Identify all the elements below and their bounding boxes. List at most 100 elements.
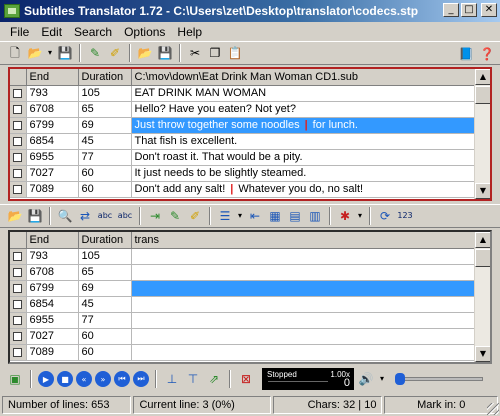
help-question-icon[interactable]: ❓ [478,45,496,63]
cell-translation[interactable] [131,328,477,345]
menu-file[interactable]: File [4,25,35,39]
copy-icon[interactable]: ❐ [206,44,224,62]
cell-end[interactable]: 6799 [26,280,79,297]
save-icon[interactable]: 💾 [26,207,44,225]
row-checkbox[interactable] [10,344,27,361]
table-row[interactable]: 6955 77 Don't roast it. That would be a … [10,149,477,166]
column-header-duration[interactable]: Duration [78,232,132,249]
cell-duration[interactable]: 65 [78,264,132,281]
mute-icon[interactable]: ⊠ [237,370,255,388]
scroll-down-arrow-icon[interactable]: ▼ [475,183,490,199]
maximize-button[interactable]: □ [461,3,477,17]
row-checkbox[interactable] [10,328,27,345]
pen-edit-icon[interactable]: ✎ [166,207,184,225]
list-view-icon[interactable]: ▥ [306,207,324,225]
fast-forward-icon[interactable]: » [95,371,111,387]
clear-dropdown-icon[interactable]: ▾ [356,207,364,225]
table-row[interactable]: 7027 60 It just needs to be slightly ste… [10,165,477,182]
marker-icon[interactable]: ✐ [106,44,124,62]
marker-icon[interactable]: ✐ [186,207,204,225]
cell-text[interactable]: It just needs to be slightly steamed. [131,165,477,182]
cell-end[interactable]: 7027 [26,165,79,182]
cell-duration[interactable]: 60 [78,181,132,198]
column-header-end[interactable]: End [26,232,79,249]
previous-icon[interactable]: ⏮ [114,371,130,387]
column-header-source-file[interactable]: C:\mov\down\Eat Drink Man Woman CD1.sub [131,69,477,86]
column-header-end[interactable]: End [26,69,79,86]
cell-end[interactable]: 6854 [26,296,79,313]
align-dropdown-icon[interactable]: ▾ [236,207,244,225]
next-icon[interactable]: ⏭ [133,371,149,387]
table-row[interactable]: 7089 60 [10,344,477,361]
cell-end[interactable]: 7027 [26,328,79,345]
go-to-line-icon[interactable]: ⇗ [205,370,223,388]
scroll-down-arrow-icon[interactable]: ▼ [475,346,490,362]
cell-end[interactable]: 793 [26,85,79,102]
grid-view-icon[interactable]: ▤ [286,207,304,225]
row-checkbox[interactable] [10,280,27,297]
row-checkbox[interactable] [10,133,27,150]
cell-translation[interactable] [131,248,477,265]
cell-translation[interactable] [131,264,477,281]
clear-format-icon[interactable]: ✱ [336,207,354,225]
rewind-icon[interactable]: « [76,371,92,387]
scrollbar-thumb[interactable] [475,86,490,104]
original-subtitles-grid[interactable]: End Duration C:\mov\down\Eat Drink Man W… [8,67,492,201]
cell-end[interactable]: 6799 [26,117,79,134]
cell-duration[interactable]: 69 [78,280,132,297]
dictionary-abc-icon[interactable]: abc [116,207,134,225]
cell-end[interactable]: 6708 [26,264,79,281]
row-checkbox[interactable] [10,248,27,265]
save-icon[interactable]: 💾 [56,44,74,62]
column-header-duration[interactable]: Duration [78,69,132,86]
cell-end[interactable]: 7089 [26,181,79,198]
pen-edit-icon[interactable]: ✎ [86,44,104,62]
cut-icon[interactable]: ✂ [186,44,204,62]
cell-translation[interactable] [131,344,477,361]
cell-end[interactable]: 6708 [26,101,79,118]
cell-translation[interactable] [131,280,477,297]
table-view-icon[interactable]: ▦ [266,207,284,225]
column-header-trans[interactable]: trans [131,232,477,249]
save-translation-icon[interactable]: 💾 [156,44,174,62]
table-row[interactable]: 793 105 [10,248,477,265]
cell-translation[interactable] [131,296,477,313]
open-media-icon[interactable]: ▣ [6,370,24,388]
move-left-icon[interactable]: ⇤ [246,207,264,225]
set-start-icon[interactable]: ⊥ [163,370,181,388]
cell-end[interactable]: 793 [26,248,79,265]
open-dropdown-icon[interactable]: ▾ [46,44,54,62]
sync-icon[interactable]: ⟳ [376,207,394,225]
cell-duration[interactable]: 77 [78,312,132,329]
table-row[interactable]: 7089 60 Don't add any salt! | Whatever you… [10,181,477,198]
volume-speaker-icon[interactable]: 🔊 [357,370,375,388]
row-checkbox[interactable] [10,85,27,102]
resize-grip-icon[interactable] [487,403,499,415]
table-row[interactable]: 6708 65 [10,264,477,281]
play-icon[interactable]: ▶ [38,371,54,387]
cell-end[interactable]: 7089 [26,344,79,361]
cell-text[interactable]: Hello? Have you eaten? Not yet? [131,101,477,118]
cell-duration[interactable]: 45 [78,296,132,313]
spellcheck-abc-icon[interactable]: abc [96,207,114,225]
vertical-scrollbar[interactable]: ▲ ▼ [474,232,490,362]
volume-slider[interactable] [395,373,483,385]
open-folder-icon[interactable]: 📂 [26,44,44,62]
table-row[interactable]: 6854 45 [10,296,477,313]
minimize-button[interactable]: _ [443,3,459,17]
cell-text[interactable]: EAT DRINK MAN WOMAN [131,85,477,102]
insert-line-icon[interactable]: ⇥ [146,207,164,225]
table-row-selected[interactable]: 6799 69 [10,280,477,297]
stop-icon[interactable]: ■ [57,371,73,387]
row-checkbox[interactable] [10,181,27,198]
table-row-selected[interactable]: 6799 69 Just throw together some noodles… [10,117,477,134]
open-translation-icon[interactable]: 📂 [136,44,154,62]
row-checkbox[interactable] [10,165,27,182]
translation-grid[interactable]: End Duration trans 793 105 6708 65 6799 … [8,230,492,364]
row-checkbox[interactable] [10,101,27,118]
cell-duration[interactable]: 60 [78,344,132,361]
scroll-up-arrow-icon[interactable]: ▲ [475,232,490,248]
cell-end[interactable]: 6955 [26,149,79,166]
cell-end[interactable]: 6854 [26,133,79,150]
table-row[interactable]: 6955 77 [10,312,477,329]
